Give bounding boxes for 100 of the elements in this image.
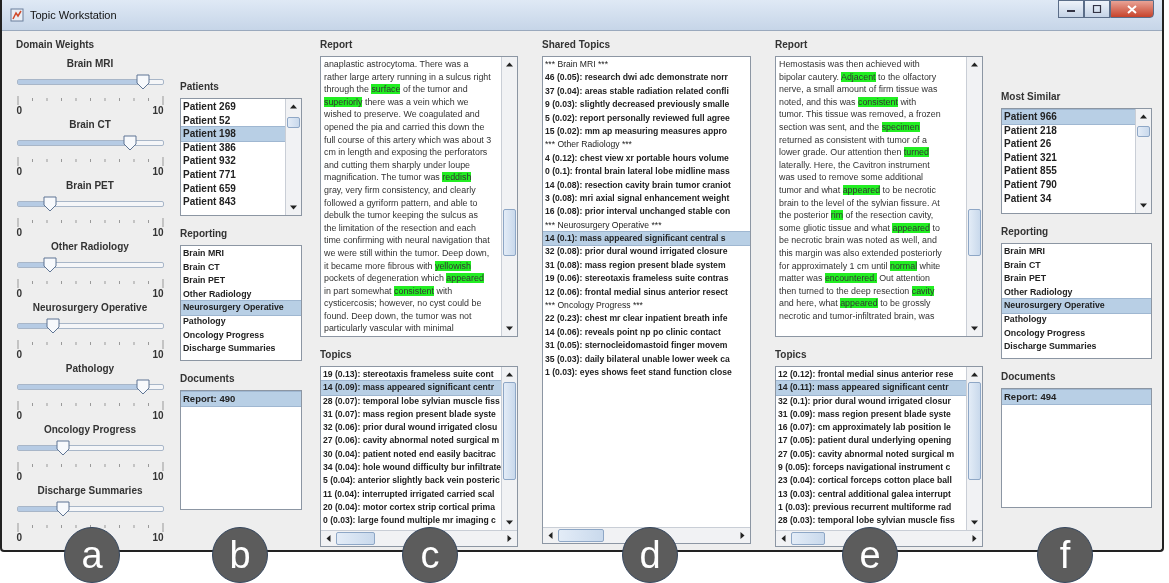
topic-item[interactable]: 32 (0.08): prior dural wound irrigated closure: [543, 245, 750, 259]
vertical-scrollbar[interactable]: [966, 57, 982, 336]
slider[interactable]: [16, 196, 164, 212]
slider[interactable]: [16, 74, 164, 90]
maximize-button[interactable]: [1084, 0, 1110, 18]
slider-thumb[interactable]: [43, 257, 58, 273]
list-item[interactable]: Brain MRI: [1002, 245, 1151, 259]
topic-item[interactable]: 37 (0.04): areas stable radiation related confli: [543, 84, 750, 99]
list-item[interactable]: Patient 26: [1002, 137, 1135, 151]
topic-item[interactable]: 16 (0.07): cm approximately lab position le: [776, 421, 966, 435]
close-button[interactable]: [1110, 0, 1154, 18]
topic-item[interactable]: 13 (0.03): central additional galea interrupt: [776, 487, 966, 501]
topic-item[interactable]: 31 (0.07): mass region present blade syste: [321, 407, 501, 422]
list-item[interactable]: Patient 321: [1002, 150, 1135, 165]
list-item[interactable]: Patient 932: [181, 154, 285, 168]
topic-item[interactable]: 12 (0.06): frontal medial sinus anterior resect: [543, 285, 750, 300]
topic-item[interactable]: 30 (0.04): patient noted end easily bacitrac: [321, 447, 501, 462]
list-item[interactable]: Oncology Progress: [181, 328, 301, 343]
list-item[interactable]: Brain CT: [1002, 258, 1151, 273]
vertical-scrollbar[interactable]: [501, 367, 517, 530]
topic-item[interactable]: 9 (0.03): slightly decreased previously smalle: [543, 98, 750, 112]
list-item[interactable]: Brain CT: [181, 260, 301, 275]
list-item[interactable]: Patient 771: [181, 167, 285, 182]
list-item[interactable]: Patient 843: [181, 195, 285, 209]
list-item[interactable]: Pathology: [1002, 312, 1151, 327]
list-item[interactable]: Report: 494: [1002, 390, 1151, 404]
scroll-thumb[interactable]: [558, 529, 605, 542]
list-item[interactable]: Brain PET: [181, 274, 301, 288]
slider-thumb[interactable]: [56, 501, 71, 517]
topic-item[interactable]: 35 (0.03): daily bilateral unable lower week ca: [543, 352, 750, 366]
slider-thumb[interactable]: [136, 74, 151, 90]
slider-thumb[interactable]: [43, 196, 58, 212]
slider[interactable]: [16, 318, 164, 334]
vertical-scrollbar[interactable]: [966, 367, 982, 530]
topic-item[interactable]: 28 (0.07): temporal lobe sylvian muscle fiss: [321, 394, 501, 408]
scroll-thumb[interactable]: [968, 382, 981, 480]
minimize-button[interactable]: [1058, 0, 1084, 18]
slider-thumb[interactable]: [56, 440, 71, 456]
report-text-area[interactable]: [775, 56, 983, 337]
list-item[interactable]: Patient 790: [1002, 177, 1135, 192]
slider-thumb[interactable]: [45, 318, 60, 334]
scroll-thumb[interactable]: [1137, 126, 1150, 138]
topic-item[interactable]: 31 (0.08): mass region present blade system: [543, 258, 750, 273]
topic-item[interactable]: 23 (0.04): cortical forceps cotton place ball: [776, 474, 966, 488]
list-item[interactable]: Other Radiology: [1002, 285, 1151, 300]
topic-item[interactable]: 17 (0.05): patient dural underlying opening: [776, 434, 966, 448]
topic-item[interactable]: 4 (0.12): chest view xr portable hours volume: [543, 151, 750, 166]
scroll-thumb[interactable]: [287, 117, 300, 129]
list-item[interactable]: Patient 198: [181, 127, 285, 141]
list-item[interactable]: Patient 659: [181, 181, 285, 196]
topic-item[interactable]: 32 (0.06): prior dural wound irrigated closu: [321, 421, 501, 435]
topic-item[interactable]: 5 (0.04): anterior slightly back vein posteric: [321, 474, 501, 488]
topic-item[interactable]: 14 (0.11): mass appeared significant centr: [776, 381, 966, 395]
list-item[interactable]: Patient 386: [181, 140, 285, 155]
scroll-thumb[interactable]: [336, 532, 375, 545]
topic-item[interactable]: 14 (0.09): mass appeared significant centr: [321, 381, 501, 395]
slider[interactable]: [16, 379, 164, 395]
list-item[interactable]: Brain PET: [1002, 272, 1151, 286]
list-item[interactable]: Patient 966: [1002, 110, 1135, 124]
vertical-scrollbar[interactable]: [501, 57, 517, 336]
slider-thumb[interactable]: [122, 135, 137, 151]
list-item[interactable]: Patient 34: [1002, 191, 1135, 206]
slider[interactable]: [16, 440, 164, 456]
scroll-thumb[interactable]: [503, 208, 516, 256]
topic-item[interactable]: 14 (0.06): reveals point np po clinic contact: [543, 325, 750, 340]
topic-item[interactable]: 5 (0.02): report personally reviewed full agree: [543, 111, 750, 125]
slider-thumb[interactable]: [136, 379, 151, 395]
topic-item[interactable]: 0 (0.03): large found multiple mr imaging c: [321, 514, 501, 528]
list-item[interactable]: Discharge Summaries: [1002, 340, 1151, 354]
topic-item[interactable]: 15 (0.02): mm ap measuring measures appro: [543, 124, 750, 139]
list-item[interactable]: Neurosurgery Operative: [181, 301, 301, 315]
topic-item[interactable]: 14 (0.08): resection cavity brain tumor craniot: [543, 178, 750, 192]
list-item[interactable]: Report: 490: [181, 392, 301, 406]
topic-item[interactable]: 20 (0.04): motor cortex strip cortical prima: [321, 500, 501, 515]
report-text-area[interactable]: [320, 56, 518, 337]
slider[interactable]: [16, 257, 164, 273]
vertical-scrollbar[interactable]: [1135, 109, 1151, 213]
list-item[interactable]: Patient 52: [181, 113, 285, 128]
vertical-scrollbar[interactable]: [285, 99, 301, 215]
topic-item[interactable]: 31 (0.05): sternocleidomastoid finger movem: [543, 339, 750, 353]
topic-item[interactable]: 0 (0.1): frontal brain lateral lobe midline mass: [543, 165, 750, 179]
topic-item[interactable]: 12 (0.12): frontal medial sinus anterior rese: [776, 368, 966, 382]
list-item[interactable]: Patient 218: [1002, 123, 1135, 138]
topic-item[interactable]: 34 (0.04): hole wound difficulty bur infiltrate: [321, 461, 501, 475]
topic-item[interactable]: 19 (0.13): stereotaxis frameless suite cont: [321, 368, 501, 382]
list-item[interactable]: Brain MRI: [181, 247, 301, 261]
list-item[interactable]: Oncology Progress: [1002, 326, 1151, 341]
list-item[interactable]: Patient 855: [1002, 164, 1135, 178]
topic-item[interactable]: 14 (0.1): mass appeared significant central s: [543, 232, 750, 246]
topic-item[interactable]: 32 (0.1): prior dural wound irrigated closur: [776, 394, 966, 408]
topic-item[interactable]: 46 (0.05): research dwi adc demonstrate norr: [543, 71, 750, 85]
slider[interactable]: [16, 135, 164, 151]
topic-item[interactable]: 9 (0.05): forceps navigational instrument c: [776, 461, 966, 475]
topic-item[interactable]: 22 (0.23): chest mr clear inpatient breath infe: [543, 312, 750, 326]
topic-item[interactable]: 31 (0.09): mass region present blade syste: [776, 407, 966, 422]
scroll-thumb[interactable]: [503, 382, 516, 480]
list-item[interactable]: Neurosurgery Operative: [1002, 299, 1151, 313]
topic-item[interactable]: 11 (0.04): interrupted irrigated carried scal: [321, 487, 501, 501]
topic-item[interactable]: 27 (0.05): cavity abnormal noted surgical m: [776, 447, 966, 462]
topic-item[interactable]: 19 (0.06): stereotaxis frameless suite contras: [543, 272, 750, 286]
